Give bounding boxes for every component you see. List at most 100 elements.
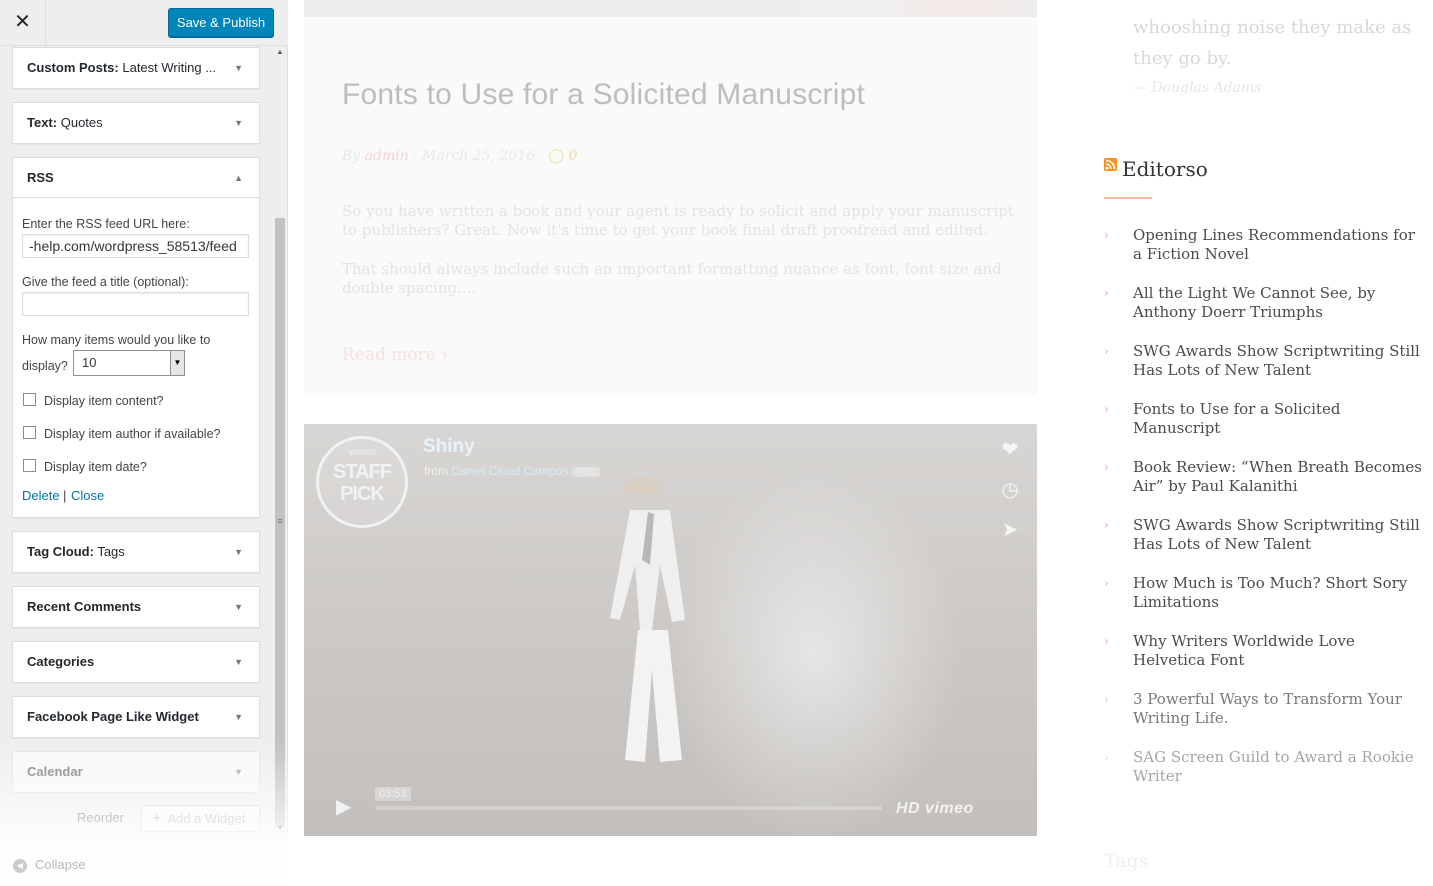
chevron-right-icon: › bbox=[441, 345, 449, 365]
chevron-right-icon: › bbox=[1104, 692, 1109, 706]
widget-text-quotes[interactable]: Text: Quotes ▼ bbox=[12, 102, 260, 144]
video-title-link[interactable]: Shiny bbox=[423, 436, 475, 458]
read-more-link[interactable]: Read more › bbox=[342, 345, 448, 365]
rss-item-title[interactable]: Fonts to Use for a Solicited Manuscript bbox=[1133, 400, 1423, 438]
widget-categories[interactable]: Categories ▼ bbox=[12, 641, 260, 683]
close-customizer-button[interactable]: ✕ bbox=[0, 0, 46, 45]
expand-arrow-icon[interactable]: ▼ bbox=[234, 642, 243, 682]
post-comments-count[interactable]: 0 bbox=[569, 148, 578, 164]
read-more-label: Read more bbox=[342, 345, 436, 365]
widget-type: RSS bbox=[27, 170, 54, 185]
plus-icon: + bbox=[152, 810, 162, 827]
rss-item-title[interactable]: 3 Powerful Ways to Transform Your Writin… bbox=[1133, 690, 1423, 728]
rss-item-title[interactable]: Why Writers Worldwide Love Helvetica Fon… bbox=[1133, 632, 1423, 670]
chevron-right-icon: › bbox=[1104, 634, 1109, 648]
video-author-link[interactable]: Daniel Cloud Campos bbox=[451, 464, 568, 478]
widget-custom-posts[interactable]: Custom Posts: Latest Writing ... ▼ bbox=[12, 47, 260, 89]
rss-item-title[interactable]: All the Light We Cannot See, by Anthony … bbox=[1133, 284, 1423, 322]
post-featured-image bbox=[304, 0, 1037, 17]
chevron-right-icon: › bbox=[1104, 228, 1109, 242]
widget-calendar[interactable]: Calendar ▼ bbox=[12, 751, 260, 793]
items-count-select[interactable]: 10 ▼ bbox=[73, 350, 185, 376]
post-title[interactable]: Fonts to Use for a Solicited Manuscript bbox=[342, 78, 865, 112]
video-embed[interactable] bbox=[304, 424, 1037, 836]
chevron-right-icon: › bbox=[1104, 286, 1109, 300]
quote-text: whooshing noise they make as they go by. bbox=[1133, 17, 1412, 69]
customizer-header: ✕ Save & Publish bbox=[0, 0, 288, 46]
scroll-up-icon[interactable]: ▲ bbox=[276, 48, 284, 58]
display-author-checkbox[interactable] bbox=[23, 426, 36, 439]
display-author-label: Display item author if available? bbox=[44, 427, 221, 441]
scroll-down-icon[interactable]: ▼ bbox=[276, 824, 284, 834]
rss-item-title[interactable]: How Much is Too Much? Short Sory Limitat… bbox=[1133, 574, 1423, 612]
post-author-link[interactable]: admin bbox=[365, 148, 409, 164]
expand-arrow-icon[interactable]: ▼ bbox=[234, 587, 243, 627]
grip-icon: ≡ bbox=[277, 516, 283, 526]
feed-url-input[interactable]: -help.com/wordpress_58513/feed bbox=[22, 234, 249, 258]
add-widget-button[interactable]: + Add a Widget bbox=[141, 805, 260, 832]
post-by: By bbox=[342, 148, 361, 164]
post-excerpt-2: That should always include such an impor… bbox=[342, 260, 1002, 297]
collapse-button[interactable]: ◀ Collapse bbox=[13, 857, 86, 873]
widget-type: Calendar bbox=[27, 764, 83, 779]
display-date-checkbox[interactable] bbox=[23, 459, 36, 472]
widget-recent-comments[interactable]: Recent Comments ▼ bbox=[12, 586, 260, 628]
chevron-right-icon: › bbox=[1104, 750, 1109, 764]
rss-item-title[interactable]: Book Review: “When Breath Becomes Air” b… bbox=[1133, 458, 1423, 496]
rss-item-title[interactable]: SWG Awards Show Scriptwriting Still Has … bbox=[1133, 342, 1423, 380]
delete-widget-link[interactable]: Delete bbox=[22, 488, 60, 503]
collapse-arrow-icon[interactable]: ▲ bbox=[234, 158, 243, 197]
expand-arrow-icon[interactable]: ▼ bbox=[234, 697, 243, 737]
video-duration: 03:53 bbox=[375, 787, 411, 801]
rss-item-title[interactable]: SWG Awards Show Scriptwriting Still Has … bbox=[1133, 516, 1423, 554]
display-content-label: Display item content? bbox=[44, 394, 164, 408]
display-content-checkbox[interactable] bbox=[23, 393, 36, 406]
widget-title: Tags bbox=[97, 544, 125, 559]
expand-arrow-icon[interactable]: ▼ bbox=[234, 752, 243, 792]
widget-type: Custom Posts: bbox=[27, 60, 119, 75]
dropdown-arrow-icon[interactable]: ▼ bbox=[170, 351, 184, 375]
rss-item-title[interactable]: SAG Screen Guild to Award a Rookie Write… bbox=[1133, 748, 1423, 786]
vimeo-hd-logo[interactable]: HD vimeo bbox=[896, 800, 974, 818]
add-widget-label: Add a Widget bbox=[167, 811, 246, 826]
chevron-right-icon: › bbox=[1104, 518, 1109, 532]
like-heart-icon[interactable]: ❤ bbox=[998, 437, 1022, 462]
play-icon[interactable]: ▶ bbox=[336, 794, 351, 819]
post-date: March 25, 2016 bbox=[422, 148, 536, 164]
post-meta: By admin · March 25, 2016 · ◯ 0 bbox=[342, 148, 578, 164]
staff-pick-badge: vimeo STAFF PICK bbox=[316, 436, 408, 528]
video-dancer-figure bbox=[610, 478, 685, 762]
watch-later-clock-icon[interactable]: ◷ bbox=[998, 477, 1022, 502]
tags-widget-heading: Tags bbox=[1104, 850, 1149, 872]
feed-title-label: Give the feed a title (optional): bbox=[22, 275, 189, 289]
close-icon: ✕ bbox=[14, 11, 31, 33]
widget-type: Categories bbox=[27, 654, 95, 669]
close-widget-link[interactable]: Close bbox=[71, 488, 104, 503]
reorder-link[interactable]: Reorder bbox=[77, 810, 124, 825]
chevron-right-icon: › bbox=[1104, 402, 1109, 416]
title-underline bbox=[1104, 197, 1152, 199]
expand-arrow-icon[interactable]: ▼ bbox=[234, 532, 243, 572]
items-count-label-2: display? bbox=[22, 359, 68, 373]
post-card bbox=[304, 0, 1037, 395]
video-progress-bar[interactable] bbox=[376, 806, 882, 810]
expand-arrow-icon[interactable]: ▼ bbox=[234, 48, 243, 88]
post-excerpt: So you have written a book and your agen… bbox=[342, 202, 1014, 239]
widget-facebook-page-like[interactable]: Facebook Page Like Widget ▼ bbox=[12, 696, 260, 738]
rss-widget-title[interactable]: Editorso bbox=[1122, 157, 1208, 181]
share-paper-plane-icon[interactable]: ➤ bbox=[998, 517, 1022, 542]
collapse-arrow-icon: ◀ bbox=[13, 858, 27, 873]
chevron-right-icon: › bbox=[1104, 576, 1109, 590]
pro-badge: PRO bbox=[572, 467, 600, 477]
panel-scrollbar[interactable]: ▲ ≡ ▼ bbox=[274, 48, 286, 834]
chevron-right-icon: › bbox=[1104, 460, 1109, 474]
expand-arrow-icon[interactable]: ▼ bbox=[234, 103, 243, 143]
widget-tag-cloud[interactable]: Tag Cloud: Tags ▼ bbox=[12, 531, 260, 573]
scrollbar-thumb[interactable]: ≡ bbox=[275, 218, 285, 827]
video-byline: from Daniel Cloud Campos PRO bbox=[424, 464, 600, 478]
save-publish-button[interactable]: Save & Publish bbox=[168, 8, 274, 37]
link-separator: | bbox=[63, 488, 67, 503]
rss-icon[interactable] bbox=[1104, 158, 1117, 171]
rss-item-title[interactable]: Opening Lines Recommendations for a Fict… bbox=[1133, 226, 1423, 264]
feed-title-input[interactable] bbox=[22, 292, 249, 316]
